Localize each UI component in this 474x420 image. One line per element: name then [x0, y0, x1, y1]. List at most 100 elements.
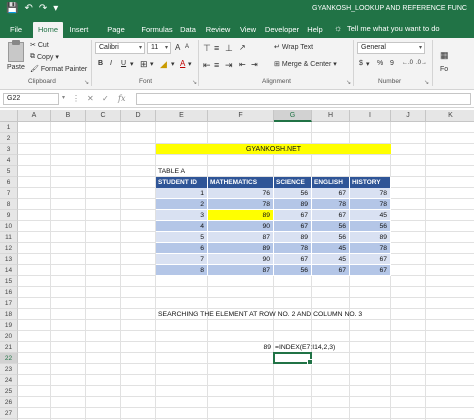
cut-button[interactable]: ✂ Cut: [30, 41, 49, 50]
row-header-1[interactable]: 1: [0, 122, 18, 133]
table-cell[interactable]: 78: [312, 199, 350, 210]
column-header-f[interactable]: F: [208, 110, 274, 122]
decrease-decimal-icon[interactable]: .0→: [416, 60, 427, 66]
table-cell[interactable]: 78: [274, 243, 312, 254]
tab-developer[interactable]: Developer: [263, 22, 301, 38]
fill-color-icon[interactable]: ◢: [160, 59, 167, 70]
name-box-dropdown-icon[interactable]: ▾: [62, 94, 65, 101]
grow-font-button[interactable]: A: [175, 43, 180, 52]
fill-dropdown-icon[interactable]: ▾: [171, 60, 175, 68]
orientation-icon[interactable]: ↗: [239, 43, 246, 52]
tab-view[interactable]: View: [236, 22, 260, 38]
table-cell[interactable]: 1: [156, 188, 208, 199]
column-header-i[interactable]: I: [350, 110, 391, 122]
table-cell[interactable]: 2: [156, 199, 208, 210]
row-header-19[interactable]: 19: [0, 320, 18, 331]
column-header-j[interactable]: J: [391, 110, 426, 122]
row-header-2[interactable]: 2: [0, 133, 18, 144]
row-header-25[interactable]: 25: [0, 386, 18, 397]
paste-button[interactable]: Paste: [7, 64, 25, 71]
name-box[interactable]: G22: [3, 93, 59, 105]
table-cell[interactable]: 45: [312, 243, 350, 254]
table-cell[interactable]: 78: [208, 199, 274, 210]
tab-file[interactable]: File: [4, 22, 28, 38]
alignment-launcher-icon[interactable]: ↘: [346, 79, 351, 86]
row-header-13[interactable]: 13: [0, 254, 18, 265]
table-cell[interactable]: 87: [208, 265, 274, 276]
column-header-d[interactable]: D: [121, 110, 156, 122]
table-cell[interactable]: 56: [312, 221, 350, 232]
table-cell[interactable]: 45: [350, 210, 391, 221]
row-header-18[interactable]: 18: [0, 309, 18, 320]
table-cell[interactable]: 67: [312, 210, 350, 221]
align-bottom-icon[interactable]: ⊥: [225, 43, 233, 54]
customize-icon[interactable]: ▾: [53, 3, 58, 15]
row-header-9[interactable]: 9: [0, 210, 18, 221]
font-color-icon[interactable]: A: [180, 59, 185, 68]
table-cell[interactable]: 87: [208, 232, 274, 243]
borders-icon[interactable]: ⊞: [140, 59, 148, 70]
tab-help[interactable]: Help: [304, 22, 326, 38]
table-cell[interactable]: 4: [156, 221, 208, 232]
increase-indent-icon[interactable]: ⇥: [251, 60, 258, 69]
table-cell[interactable]: 8: [156, 265, 208, 276]
tab-formulas[interactable]: Formulas: [140, 22, 174, 38]
table-cell[interactable]: 90: [208, 221, 274, 232]
row-header-8[interactable]: 8: [0, 199, 18, 210]
table-cell[interactable]: 67: [312, 265, 350, 276]
number-launcher-icon[interactable]: ↘: [424, 79, 429, 86]
row-header-14[interactable]: 14: [0, 265, 18, 276]
align-middle-icon[interactable]: ≡: [214, 43, 219, 53]
underline-button[interactable]: U: [121, 60, 126, 67]
bold-button[interactable]: B: [98, 60, 103, 67]
copy-button[interactable]: ⧉ Copy ▾: [30, 53, 59, 61]
shrink-font-button[interactable]: A: [185, 44, 189, 50]
table-cell[interactable]: 67: [350, 265, 391, 276]
italic-button[interactable]: I: [110, 60, 112, 67]
tab-data[interactable]: Data: [177, 22, 199, 38]
tell-me-search[interactable]: Tell me what you want to do: [347, 24, 440, 33]
column-header-c[interactable]: C: [86, 110, 121, 122]
table-cell[interactable]: 90: [208, 254, 274, 265]
column-header-e[interactable]: E: [156, 110, 208, 122]
increase-decimal-icon[interactable]: ←.0: [402, 60, 413, 66]
table-cell[interactable]: 67: [274, 254, 312, 265]
table-cell[interactable]: 56: [312, 232, 350, 243]
underline-dropdown-icon[interactable]: ▾: [130, 60, 134, 68]
table-cell[interactable]: 6: [156, 243, 208, 254]
table-cell[interactable]: 89: [208, 243, 274, 254]
row-header-4[interactable]: 4: [0, 155, 18, 166]
comma-button[interactable]: 9: [390, 60, 394, 67]
table-cell[interactable]: 67: [350, 254, 391, 265]
row-header-3[interactable]: 3: [0, 144, 18, 155]
align-right-icon[interactable]: ⇥: [225, 60, 233, 71]
row-header-5[interactable]: 5: [0, 166, 18, 177]
table-cell[interactable]: 67: [274, 221, 312, 232]
selected-cell[interactable]: [273, 352, 313, 365]
column-header-h[interactable]: H: [312, 110, 350, 122]
table-cell[interactable]: 5: [156, 232, 208, 243]
cancel-icon[interactable]: ✕: [87, 94, 94, 103]
percent-button[interactable]: %: [377, 60, 383, 67]
table-cell[interactable]: 56: [350, 221, 391, 232]
row-header-11[interactable]: 11: [0, 232, 18, 243]
number-format-select[interactable]: General ▾: [357, 42, 425, 54]
align-center-icon[interactable]: ≡: [214, 60, 219, 70]
table-cell[interactable]: 89: [350, 232, 391, 243]
table-cell[interactable]: 89: [274, 232, 312, 243]
table-cell[interactable]: 3: [156, 210, 208, 221]
row-header-16[interactable]: 16: [0, 287, 18, 298]
conditional-format-icon[interactable]: ▦: [440, 50, 449, 61]
row-header-24[interactable]: 24: [0, 375, 18, 386]
align-left-icon[interactable]: ⇤: [203, 60, 211, 71]
formula-input[interactable]: [136, 93, 471, 105]
table-cell[interactable]: 76: [208, 188, 274, 199]
table-cell[interactable]: 45: [312, 254, 350, 265]
borders-dropdown-icon[interactable]: ▾: [150, 60, 154, 68]
row-header-26[interactable]: 26: [0, 397, 18, 408]
column-header-b[interactable]: B: [51, 110, 86, 122]
table-cell[interactable]: 56: [274, 265, 312, 276]
currency-button[interactable]: $: [359, 60, 363, 67]
decrease-indent-icon[interactable]: ⇤: [239, 60, 246, 69]
font-launcher-icon[interactable]: ↘: [192, 79, 197, 86]
